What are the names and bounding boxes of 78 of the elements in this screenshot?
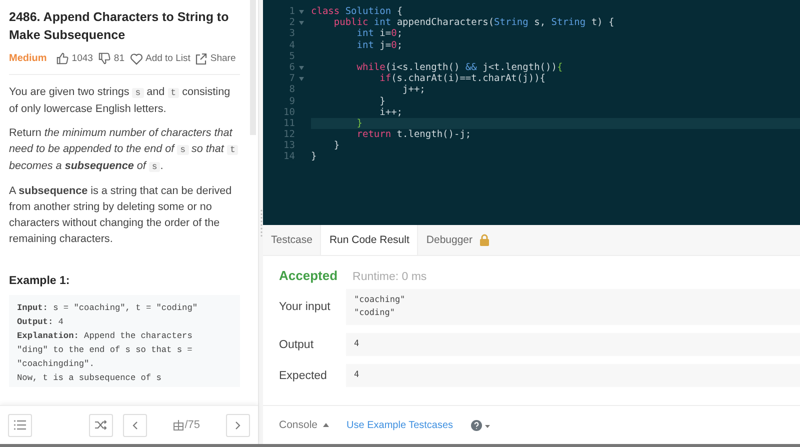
fold-icon[interactable] (298, 66, 304, 70)
result-value: 4 (354, 338, 360, 351)
code-line: class Solution { (311, 6, 403, 18)
panel-tab[interactable]: Testcase (263, 225, 320, 255)
line-number: 6 (288, 62, 295, 74)
result-label: Output (279, 338, 315, 350)
share-button[interactable]: Share (195, 52, 236, 64)
help-icon (471, 420, 490, 430)
help-button[interactable] (471, 420, 490, 430)
code-line: int j=0; (356, 40, 403, 51)
problem-list-button[interactable] (8, 414, 32, 436)
line-number: 12 (282, 129, 295, 140)
picker-icon (172, 420, 184, 430)
panel-tab[interactable]: Run Code Result (320, 225, 418, 255)
thumbs-down-icon (98, 52, 111, 65)
description-paragraph: You are given two strings s and t consisting of only lowercase English letters. (9, 85, 232, 117)
example-line: Now, t is a subsequence of s (17, 372, 162, 385)
code-line: public int appendCharacters(String s, String t) { (332, 17, 614, 28)
result-value: "coaching" (354, 294, 406, 307)
fold-icon[interactable] (298, 10, 304, 14)
description-paragraph: A subsequence is a string that can be derived from another string by deleting some or no characters without changing the order of the remaining characters. (9, 184, 233, 247)
resize-handle[interactable] (260, 207, 262, 237)
example-line: Input: s = "coaching", t = "coding" (17, 302, 199, 315)
random-button[interactable] (88, 414, 113, 436)
description-paragraph: Return the minimum number of characters that need to be appended to the end of s so that t becomes a subsequence of s . (9, 125, 240, 175)
problem-number-picker[interactable]: /75 (172, 419, 200, 431)
line-number: 1 (288, 6, 295, 18)
caret-up-icon (322, 423, 329, 427)
dislike-button[interactable]: 81 (98, 52, 124, 65)
line-number: 10 (282, 106, 295, 118)
share-icon (195, 52, 208, 64)
line-number: 8 (288, 84, 295, 96)
chevron-left-icon (132, 420, 138, 430)
thumbs-up-icon (56, 52, 69, 65)
like-button[interactable]: 1043 (56, 52, 93, 65)
use-example-testcases-link[interactable]: Use Example Testcases (346, 420, 454, 430)
panel-tab[interactable]: Debugger (418, 225, 498, 255)
list-icon (14, 420, 26, 430)
line-number: 3 (288, 28, 295, 40)
result-label: Expected (279, 370, 328, 382)
line-number: 7 (288, 73, 295, 84)
code-line: } (332, 140, 340, 152)
result-value: "coding" (354, 307, 396, 320)
code-editor[interactable] (263, 0, 800, 225)
fold-icon[interactable] (298, 76, 304, 81)
line-number: 13 (282, 140, 295, 152)
difficulty-label: Medium (9, 53, 47, 64)
code-line: j++; (402, 84, 426, 96)
code-line: return t.length()-j; (356, 129, 472, 140)
console-button[interactable]: Console (279, 419, 329, 431)
code-line: } (311, 151, 317, 163)
line-number: 4 (288, 40, 295, 51)
example-line: Output: 4 (17, 316, 64, 329)
example-heading: Example 1: (9, 275, 71, 287)
result-label: Your input (279, 301, 332, 313)
heart-icon (130, 52, 142, 64)
line-number: 11 (282, 118, 295, 130)
code-line: i++; (378, 106, 403, 118)
runtime-text: Runtime: 0 ms (352, 271, 427, 283)
line-number: 2 (288, 17, 295, 28)
shuffle-icon (94, 420, 107, 430)
example-line: "ding" to the end of s so that s = (17, 344, 194, 357)
result-status: Accepted (279, 268, 338, 283)
example-line: "coachingding". (17, 358, 96, 371)
fold-icon[interactable] (298, 20, 304, 25)
line-number: 14 (282, 151, 295, 163)
code-line: int i=0; (356, 28, 403, 40)
line-number: 5 (288, 50, 295, 62)
add-to-list-button[interactable]: Add to List (130, 52, 190, 64)
problem-title: 2486. Append Characters to String to Make Subsequence (9, 9, 230, 44)
code-line: if(s.charAt(i)==t.charAt(j)){ (378, 73, 546, 84)
code-line: } (356, 118, 362, 130)
line-number: 9 (288, 96, 295, 107)
result-value: 4 (354, 369, 360, 382)
code-line: } (378, 96, 386, 107)
example-line: Explanation: Append the characters (17, 330, 194, 343)
code-line: while(i<s.length() && j<t.length()){ (356, 62, 563, 74)
chevron-right-icon (235, 420, 241, 430)
